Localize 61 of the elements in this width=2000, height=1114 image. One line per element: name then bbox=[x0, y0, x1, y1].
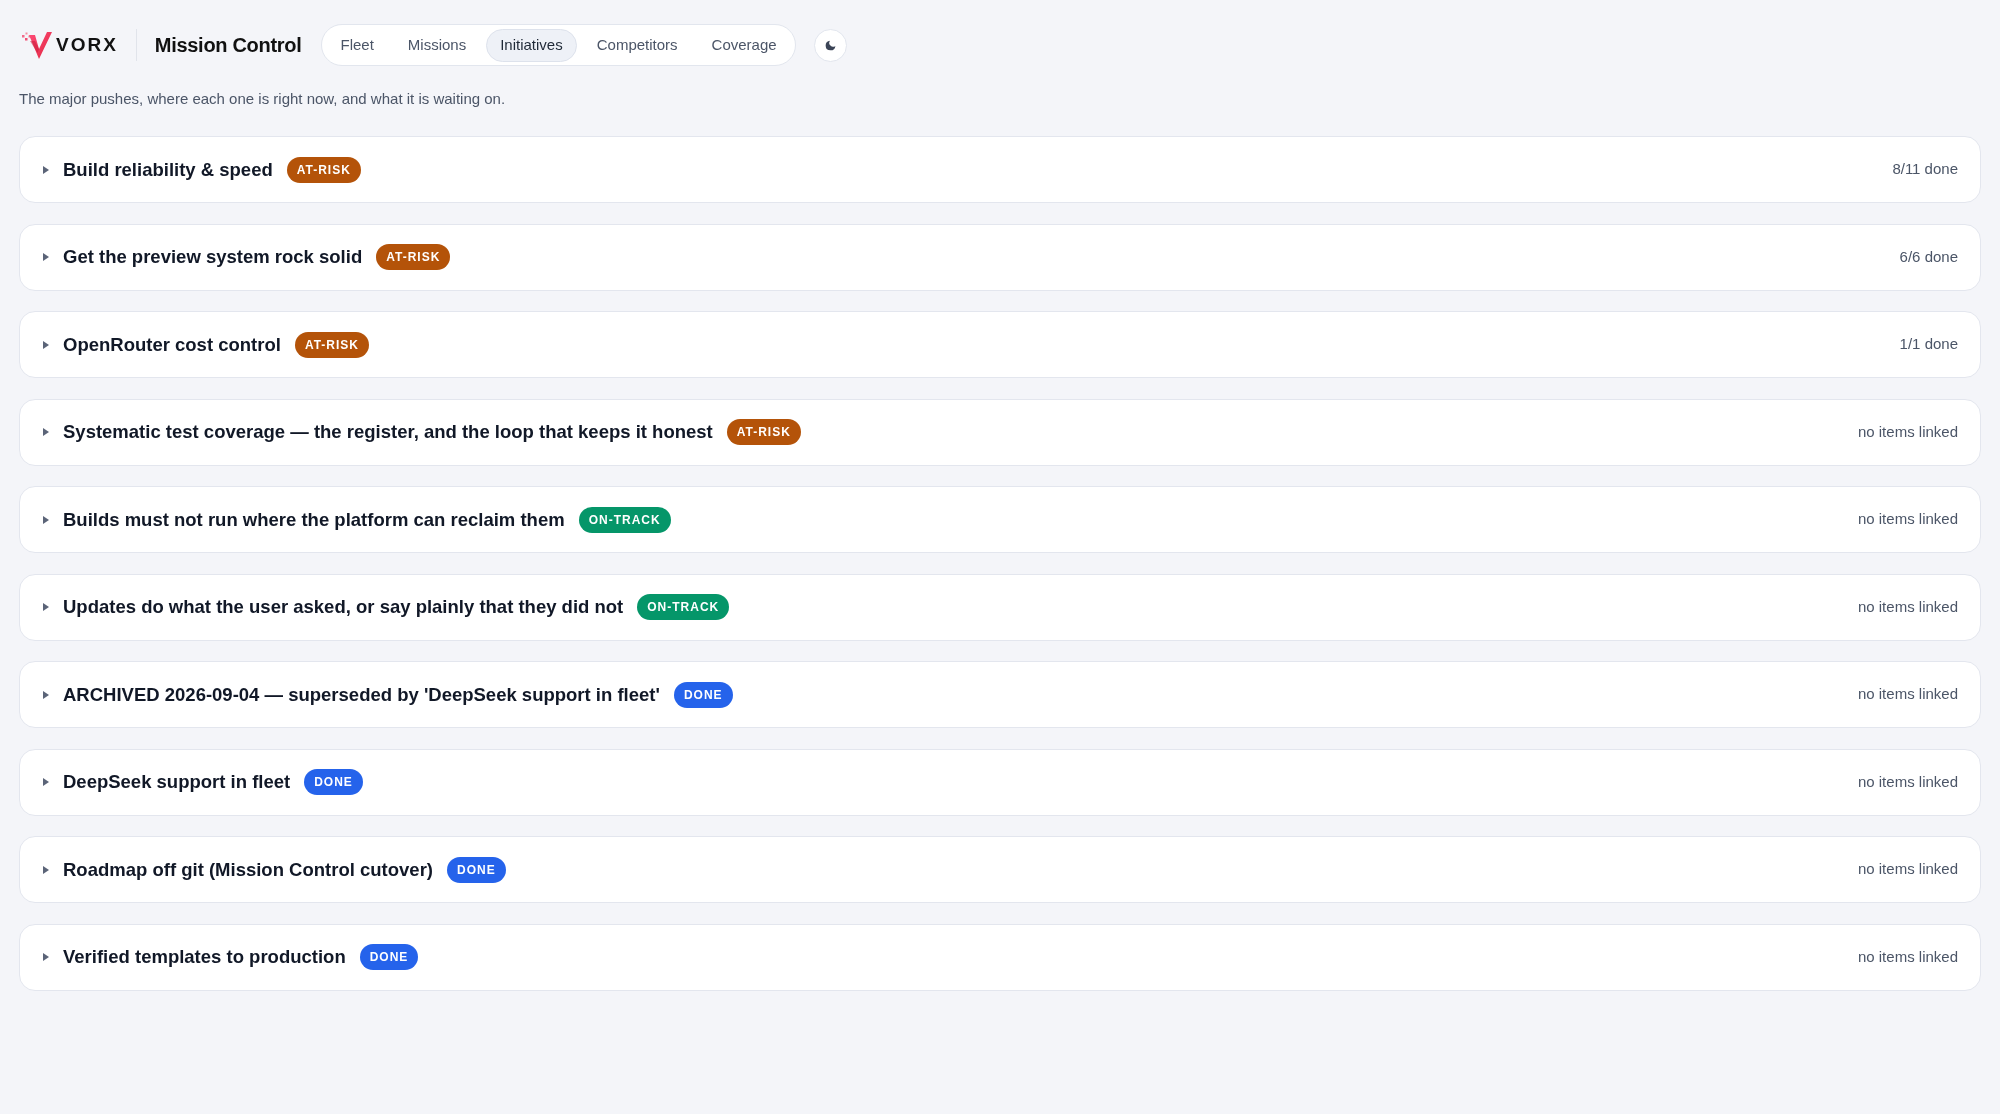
theme-toggle-button[interactable] bbox=[813, 28, 847, 62]
status-badge: DONE bbox=[359, 944, 419, 970]
caret-icon[interactable] bbox=[43, 778, 49, 786]
moon-icon bbox=[823, 38, 837, 52]
initiative-card[interactable]: Updates do what the user asked, or say plainly that they did not ON-TRACK no items linked bbox=[19, 573, 1981, 641]
initiative-card[interactable]: Get the preview system rock solid AT-RISK 6/6 done bbox=[19, 223, 1981, 291]
initiative-card[interactable]: DeepSeek support in fleet DONE no items linked bbox=[19, 748, 1981, 816]
initiative-title: Updates do what the user asked, or say plainly that they did not bbox=[63, 595, 624, 620]
caret-icon[interactable] bbox=[43, 428, 49, 436]
progress-text: no items linked bbox=[1857, 509, 1958, 530]
page-description: The major pushes, where each one is right now, and what it is waiting on. bbox=[19, 89, 507, 109]
initiative-title: DeepSeek support in fleet bbox=[63, 770, 291, 795]
initiative-title: Verified templates to production bbox=[63, 945, 346, 970]
caret-icon[interactable] bbox=[43, 253, 49, 261]
initiative-card[interactable]: OpenRouter cost control AT-RISK 1/1 done bbox=[19, 311, 1981, 378]
caret-icon[interactable] bbox=[43, 690, 49, 699]
caret-icon[interactable] bbox=[43, 603, 49, 611]
progress-text: no items linked bbox=[1857, 684, 1958, 705]
caret-icon[interactable] bbox=[43, 515, 49, 524]
initiative-card[interactable]: Builds must not run where the platform can reclaim them ON-TRACK no items linked bbox=[19, 486, 1981, 553]
initiative-title: Systematic test coverage — the register, and the loop that keeps it honest bbox=[63, 420, 713, 445]
progress-text: no items linked bbox=[1857, 771, 1958, 792]
brand-name: VORX bbox=[56, 32, 118, 57]
app-title: Mission Control bbox=[154, 33, 302, 58]
initiative-title: ARCHIVED 2026-09-04 — superseded by 'DeepSeek support in fleet' bbox=[63, 682, 660, 707]
progress-text: 8/11 done bbox=[1892, 159, 1958, 180]
progress-text: no items linked bbox=[1857, 421, 1958, 442]
caret-icon[interactable] bbox=[43, 865, 49, 874]
logo-icon bbox=[22, 31, 52, 59]
nav-tab[interactable]: Fleet bbox=[326, 28, 388, 62]
status-badge: AT-RISK bbox=[286, 156, 361, 183]
status-badge: DONE bbox=[447, 856, 506, 883]
progress-text: no items linked bbox=[1857, 946, 1958, 967]
initiative-title: Builds must not run where the platform can reclaim them bbox=[63, 507, 565, 532]
progress-text: 6/6 done bbox=[1899, 246, 1958, 267]
status-badge: AT-RISK bbox=[294, 331, 369, 358]
initiative-card[interactable]: Verified templates to production DONE no items linked bbox=[19, 923, 1981, 991]
progress-text: no items linked bbox=[1857, 596, 1958, 617]
status-badge: AT-RISK bbox=[376, 244, 451, 270]
caret-icon[interactable] bbox=[43, 165, 49, 174]
status-badge: DONE bbox=[673, 681, 733, 708]
initiative-title: Roadmap off git (Mission Control cutover) bbox=[63, 857, 433, 882]
initiative-card[interactable]: Roadmap off git (Mission Control cutover) DONE no items linked bbox=[19, 836, 1981, 903]
nav-tab[interactable]: Coverage bbox=[697, 28, 791, 62]
progress-text: 1/1 done bbox=[1899, 334, 1958, 355]
progress-text: no items linked bbox=[1857, 859, 1958, 880]
caret-icon[interactable] bbox=[43, 340, 49, 349]
status-badge: DONE bbox=[304, 769, 363, 795]
initiative-title: Build reliability & speed bbox=[63, 157, 273, 182]
status-badge: AT-RISK bbox=[726, 419, 801, 445]
initiative-card[interactable]: Build reliability & speed AT-RISK 8/11 done bbox=[19, 136, 1981, 203]
initiative-card[interactable]: ARCHIVED 2026-09-04 — superseded by 'DeepSeek support in fleet' DONE no items linked bbox=[19, 661, 1981, 728]
nav-tab[interactable]: Initiatives bbox=[486, 28, 577, 62]
nav-tab[interactable]: Competitors bbox=[582, 28, 692, 62]
nav-tab[interactable]: Missions bbox=[393, 28, 481, 62]
caret-icon[interactable] bbox=[43, 953, 49, 961]
initiative-title: Get the preview system rock solid bbox=[63, 245, 363, 270]
status-badge: ON-TRACK bbox=[637, 594, 730, 620]
initiative-card[interactable]: Systematic test coverage — the register, and the loop that keeps it honest AT-RISK no items linked bbox=[19, 398, 1981, 466]
initiative-title: OpenRouter cost control bbox=[63, 332, 281, 357]
status-badge: ON-TRACK bbox=[578, 506, 671, 533]
